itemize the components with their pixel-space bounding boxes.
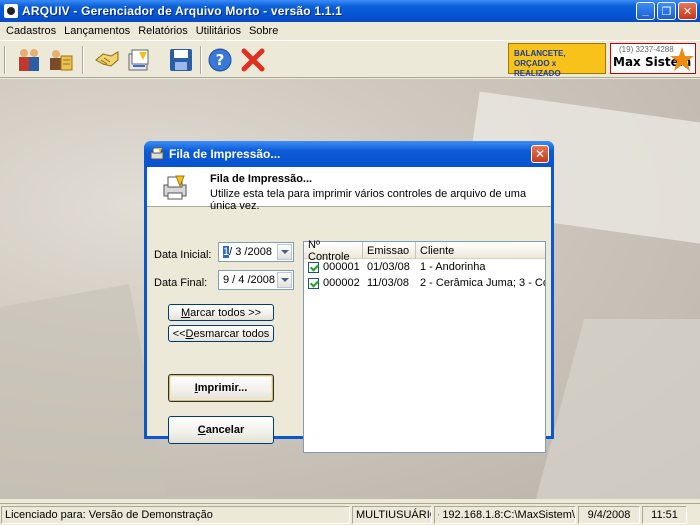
- menu-bar: Cadastros Lançamentos Relatórios Utilitá…: [0, 22, 700, 40]
- menu-lancamentos[interactable]: Lançamentos: [60, 25, 134, 37]
- desmarcar-todos-button[interactable]: << Desmarcar todos: [168, 325, 274, 342]
- promo-line2: ORÇADO x REALIZADO: [514, 59, 561, 78]
- dialog-body: Fila de Impressão... Utilize esta tela p…: [147, 167, 551, 453]
- promo-line1: BALANCETE,: [514, 49, 566, 58]
- status-bar: Licenciado para: Versão de Demonstração …: [0, 503, 700, 525]
- data-inicial-picker[interactable]: 1 / 3 /2008: [218, 242, 294, 262]
- promo-banner[interactable]: BALANCETE, ORÇADO x REALIZADO: [508, 43, 606, 78]
- time-panel: 11:51: [642, 506, 687, 524]
- column-cliente[interactable]: Cliente: [416, 242, 545, 259]
- dialog-title-bar: Fila de Impressão...: [144, 141, 554, 167]
- help-button[interactable]: ?: [205, 45, 235, 75]
- dialog-header-title: Fila de Impressão...: [210, 173, 313, 185]
- data-inicial-rest: / 3 /2008: [229, 246, 272, 258]
- clients-button[interactable]: [14, 45, 44, 75]
- dialog-title: Fila de Impressão...: [169, 147, 281, 161]
- users-button[interactable]: [46, 45, 76, 75]
- logo-phone: (19) 3237-4288: [619, 45, 674, 54]
- archive-button[interactable]: [124, 45, 154, 75]
- marcar-todos-button[interactable]: Marcar todos >>: [168, 304, 274, 321]
- data-final-picker[interactable]: 9 / 4 /2008: [218, 270, 294, 290]
- row-emissao: 11/03/08: [367, 277, 410, 289]
- toolbar-separator: [4, 46, 6, 74]
- toolbar-separator: [200, 46, 202, 74]
- row-cliente: 2 - Cerâmica Juma; 3 - Con...: [420, 277, 545, 289]
- table-row[interactable]: 000002 11/03/08 2 - Cerâmica Juma; 3 - C…: [304, 276, 545, 292]
- handshake-icon: [95, 51, 119, 67]
- license-panel: Licenciado para: Versão de Demonstração: [1, 506, 350, 524]
- row-controle: 000001: [323, 261, 360, 273]
- data-final-label: Data Final:: [154, 277, 208, 289]
- save-button[interactable]: [166, 45, 196, 75]
- data-inicial-label: Data Inicial:: [154, 249, 212, 261]
- table-row[interactable]: 000001 01/03/08 1 - Andorinha: [304, 260, 545, 276]
- toolbar-separator: [82, 46, 84, 74]
- users-icon: [50, 50, 73, 71]
- dialog-close-button[interactable]: ✕: [531, 145, 549, 163]
- help-icon: ?: [208, 48, 232, 72]
- imprimir-button[interactable]: Imprimir...: [168, 374, 274, 402]
- menu-relatorios[interactable]: Relatórios: [134, 25, 192, 37]
- restore-button[interactable]: ❐: [657, 2, 676, 20]
- chevron-down-icon[interactable]: [277, 272, 292, 288]
- mode-panel: MULTIUSUÁRIO: [352, 506, 432, 524]
- row-emissao: 01/03/08: [367, 261, 410, 273]
- menu-cadastros[interactable]: Cadastros: [2, 25, 60, 37]
- window-title: ARQUIV - Gerenciador de Arquivo Morto - …: [22, 4, 343, 18]
- server-path-panel: 192.168.1.8:C:\MaxSistem\: [434, 506, 576, 524]
- close-window-button[interactable]: ✕: [678, 2, 697, 20]
- chevron-down-icon[interactable]: [277, 244, 292, 260]
- menu-sobre[interactable]: Sobre: [245, 25, 282, 37]
- app-icon[interactable]: [4, 4, 18, 18]
- clients-icon: [19, 49, 39, 71]
- data-final-value: 9 / 4 /2008: [223, 274, 275, 286]
- date-panel: 9/4/2008: [578, 506, 640, 524]
- column-controle[interactable]: Nº Controle: [304, 239, 363, 263]
- svg-text:?: ?: [216, 51, 225, 69]
- dialog-header-subtitle: Utilize esta tela para imprimir vários c…: [210, 188, 527, 212]
- close-icon: [241, 48, 265, 72]
- list-header: Nº Controle Emissao Cliente: [304, 239, 545, 263]
- row-checkbox[interactable]: [308, 262, 319, 273]
- minimize-button[interactable]: _: [636, 2, 655, 20]
- menu-utilitarios[interactable]: Utilitários: [192, 25, 245, 37]
- column-emissao[interactable]: Emissao: [363, 242, 416, 259]
- star-icon: [670, 47, 694, 71]
- cancelar-button[interactable]: Cancelar: [168, 416, 274, 444]
- controls-list[interactable]: Nº Controle Emissao Cliente 000001 01/03…: [303, 239, 546, 453]
- row-cliente: 1 - Andorinha: [420, 261, 486, 273]
- row-checkbox[interactable]: [308, 278, 319, 289]
- server-path: 192.168.1.8:C:\MaxSistem\: [442, 509, 575, 521]
- title-bar: ARQUIV - Gerenciador de Arquivo Morto - …: [0, 0, 700, 22]
- save-icon: [170, 49, 192, 71]
- company-logo[interactable]: (19) 3237-4288 Max Sistem: [610, 43, 696, 74]
- print-queue-icon: [150, 147, 164, 160]
- handshake-button[interactable]: [92, 45, 122, 75]
- exit-button[interactable]: [238, 45, 268, 75]
- dialog-header: Fila de Impressão... Utilize esta tela p…: [147, 167, 551, 212]
- row-controle: 000002: [323, 277, 360, 289]
- printer-icon: [163, 175, 187, 200]
- archive-icon: [128, 49, 149, 71]
- network-icon: [438, 514, 440, 516]
- print-queue-dialog: Fila de Impressão... ✕ Fila de Impressão…: [144, 141, 554, 453]
